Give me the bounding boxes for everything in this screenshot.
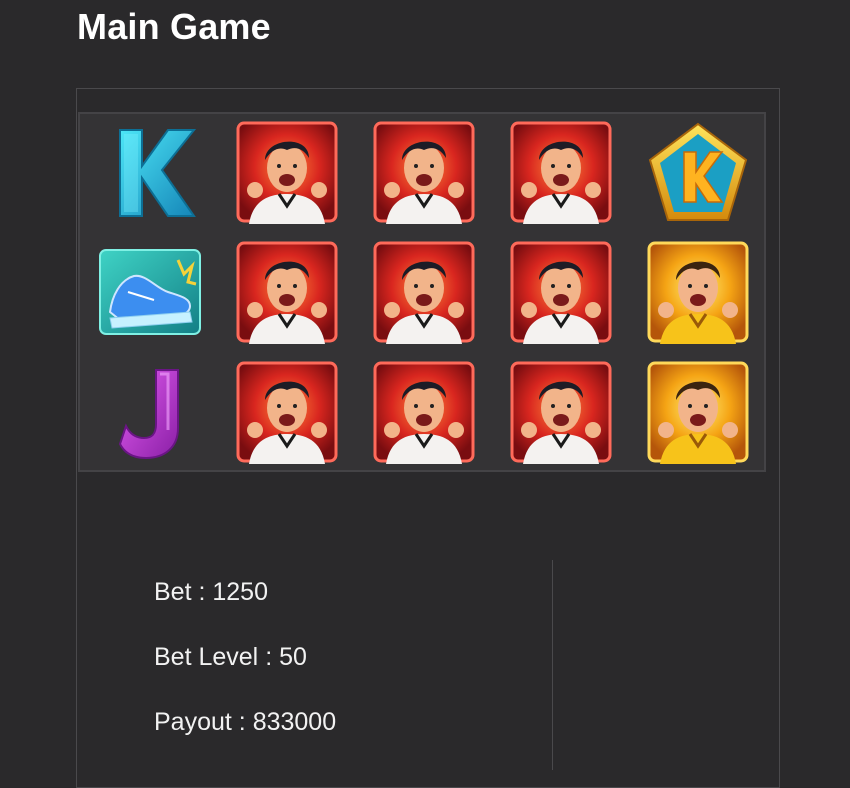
bet-level-label: Bet Level (154, 643, 259, 671)
player-red-symbol (235, 120, 339, 224)
payout-label: Payout (154, 708, 232, 736)
column-divider (552, 560, 553, 770)
player-red-symbol (509, 360, 613, 464)
player-gold-symbol (646, 240, 750, 344)
bet-level-value: 50 (279, 643, 307, 671)
reel-grid (78, 112, 766, 472)
boot-icon (98, 240, 202, 344)
player-red-symbol (235, 240, 339, 344)
player-gold-symbol (646, 360, 750, 464)
letter-k-icon (98, 120, 202, 224)
page-title: Main Game (77, 6, 271, 47)
player-red-symbol (372, 240, 476, 344)
k-pentagon-symbol (646, 120, 750, 224)
payout-separator: : (231, 708, 253, 736)
bet-value: 1250 (212, 578, 268, 606)
player-red-symbol (509, 120, 613, 224)
bet-level-separator: : (258, 643, 280, 671)
payout-value: 833000 (252, 708, 337, 736)
bet-label: Bet (154, 578, 192, 606)
letter-j-icon (98, 360, 202, 464)
player-red-symbol (372, 120, 476, 224)
bet-separator: : (191, 578, 213, 606)
player-red-symbol (509, 240, 613, 344)
player-red-symbol (235, 360, 339, 464)
bet-info: Bet : 1250 (154, 578, 268, 607)
player-red-symbol (372, 360, 476, 464)
payout-info: Payout : 833000 (154, 708, 336, 737)
bet-level-info: Bet Level : 50 (154, 643, 307, 672)
